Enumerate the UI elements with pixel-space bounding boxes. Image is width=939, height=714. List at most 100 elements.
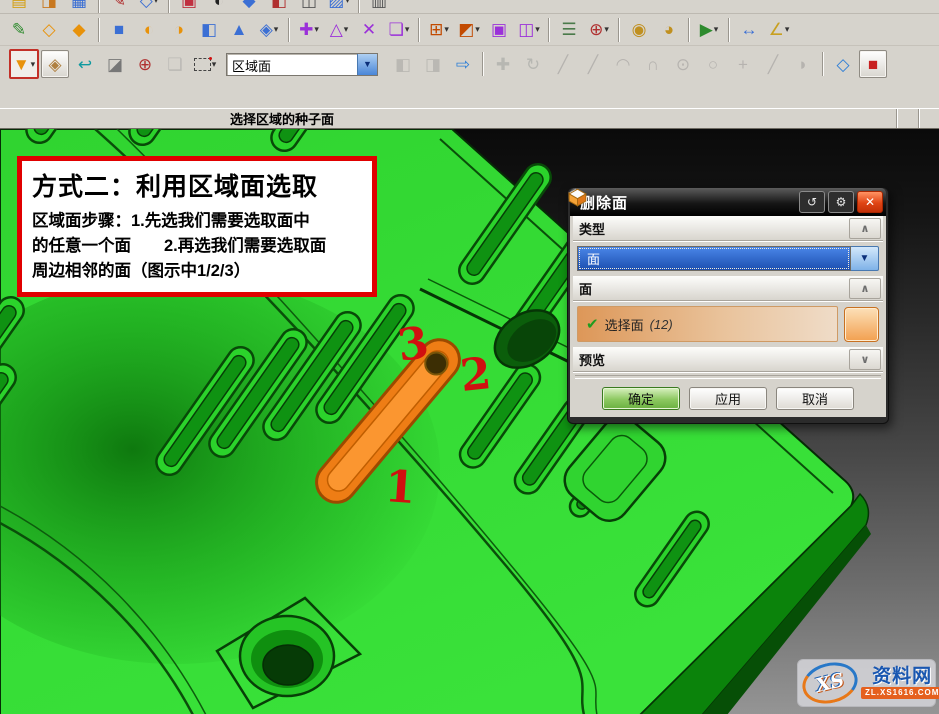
type-combobox-arrow[interactable]: ▼ xyxy=(851,246,879,271)
solid-cube-icon[interactable]: ■ xyxy=(859,50,887,78)
offset-region-dropdown[interactable]: ▾ xyxy=(444,24,449,35)
copy-face-dropdown[interactable]: ▾ xyxy=(405,24,410,35)
draft-icon[interactable]: ▨▾ xyxy=(325,0,353,14)
cancel-button[interactable]: 取消 xyxy=(776,387,854,410)
render-style-dropdown[interactable]: ▾ xyxy=(714,24,719,35)
ok-button[interactable]: 确定 xyxy=(602,387,680,410)
datum-csys-dropdown[interactable]: ▾ xyxy=(604,24,609,35)
rotate-point-icon[interactable]: ⊕ xyxy=(131,50,159,78)
sketch-icon[interactable]: ✎ xyxy=(105,0,133,14)
mirror-face-icon[interactable]: ◫▾ xyxy=(515,16,543,44)
face-selection-field[interactable]: ✔ 选择面 (12) xyxy=(577,306,838,342)
section-preview-header[interactable]: 预览 ∨ xyxy=(573,347,883,372)
type-combobox[interactable]: 面 ▼ xyxy=(577,246,879,271)
render-style-icon[interactable]: ▶▾ xyxy=(695,16,723,44)
direct-sketch-icon[interactable]: ✎ xyxy=(5,16,33,44)
shell-icon[interactable]: ◫ xyxy=(295,0,323,14)
block-icon[interactable]: ◆ xyxy=(235,0,263,14)
type-combobox-value-area[interactable]: 面 xyxy=(577,246,851,271)
selection-filter-dropdown[interactable]: ▾ xyxy=(31,59,36,70)
delete-face-icon[interactable]: ✕ xyxy=(355,16,383,44)
cone-icon[interactable]: ▲ xyxy=(225,16,253,44)
datum-dropdown[interactable]: ▾ xyxy=(154,0,159,6)
datum-icon[interactable]: ◇▾ xyxy=(135,0,163,14)
clone-tool-icon[interactable]: ❏ xyxy=(161,50,189,78)
snap-point-icon[interactable]: + xyxy=(729,50,757,78)
rectangle-select-dropdown[interactable]: ▾ xyxy=(212,59,217,70)
window-glyph: ▥ xyxy=(371,0,387,9)
sphere-glyph: ◈ xyxy=(260,21,273,38)
snap-arc-icon[interactable]: ◠ xyxy=(609,50,637,78)
move-handles-icon[interactable]: ✚ xyxy=(489,50,517,78)
feature-object-icon[interactable]: ◨ xyxy=(419,50,447,78)
snap-center-icon[interactable]: ⊙ xyxy=(669,50,697,78)
revolve-icon[interactable]: ◐ xyxy=(135,16,163,44)
dialog-titlebar[interactable]: 删除面 ↺ ⚙ ✕ xyxy=(570,188,886,216)
snap-intersection-icon[interactable]: ∩ xyxy=(639,50,667,78)
select-face-button[interactable] xyxy=(844,307,879,342)
snap-midpoint-icon[interactable]: ╱ xyxy=(579,50,607,78)
general-object-icon[interactable]: ◧ xyxy=(389,50,417,78)
copy-face-icon[interactable]: ❏▾ xyxy=(385,16,413,44)
shaded-mode-icon[interactable]: ◐ xyxy=(205,0,233,14)
snap-line-icon[interactable]: ╱ xyxy=(759,50,787,78)
dialog-settings-button[interactable]: ⚙ xyxy=(828,191,854,213)
replace-face-dropdown[interactable]: ▾ xyxy=(475,24,480,35)
resize-face-dropdown[interactable]: ▾ xyxy=(344,24,349,35)
trim-body-icon[interactable]: ◧ xyxy=(195,16,223,44)
selection-scope-combobox[interactable]: 区域面 ▼ xyxy=(226,53,378,76)
open-file-icon[interactable]: ◨ xyxy=(35,0,63,14)
delete-face-glyph: ✕ xyxy=(362,21,376,38)
snap-circle-icon[interactable]: ○ xyxy=(699,50,727,78)
save-file-icon[interactable]: ▦ xyxy=(65,0,93,14)
mirror-face-glyph: ◫ xyxy=(518,21,534,38)
section-type-header[interactable]: 类型 ∧ xyxy=(573,216,883,241)
pad-icon[interactable]: ▣ xyxy=(175,0,203,14)
dialog-reset-button[interactable]: ↺ xyxy=(799,191,825,213)
sweep-along-guide-icon[interactable]: ◑ xyxy=(165,16,193,44)
feature-navigator-icon[interactable]: ☰ xyxy=(555,16,583,44)
window-icon[interactable]: ▥ xyxy=(365,0,393,14)
offset-region-icon[interactable]: ⊞▾ xyxy=(425,16,453,44)
apply-button[interactable]: 应用 xyxy=(689,387,767,410)
synchronous-modeling-icon[interactable]: ◉ xyxy=(625,16,653,44)
view-cube-icon[interactable]: ◈ xyxy=(41,50,69,78)
dialog-close-button[interactable]: ✕ xyxy=(857,191,883,213)
replace-face-icon[interactable]: ◩▾ xyxy=(455,16,483,44)
pattern-face-icon[interactable]: ▣ xyxy=(485,16,513,44)
new-file-icon[interactable]: ▤ xyxy=(5,0,33,14)
move-face-dropdown[interactable]: ▾ xyxy=(314,24,319,35)
wireframe-cube-icon[interactable]: ◇ xyxy=(829,50,857,78)
graphics-viewport[interactable]: 3 2 1 方式二：利用区域面选取 区域面步骤：1.先选我们需要选取面中 的任意… xyxy=(0,129,939,714)
measure-angle-dropdown[interactable]: ▾ xyxy=(785,24,790,35)
section-face-header[interactable]: 面 ∧ xyxy=(573,276,883,301)
next-selection-icon[interactable]: ⇨ xyxy=(449,50,477,78)
sphere-dropdown[interactable]: ▾ xyxy=(274,24,279,35)
rotate-handles-icon[interactable]: ↻ xyxy=(519,50,547,78)
rectangle-select-icon[interactable]: ▾ xyxy=(191,50,219,78)
resize-face-icon[interactable]: △▾ xyxy=(325,16,353,44)
undo-icon[interactable]: ↩ xyxy=(71,50,99,78)
section-face-collapse-button[interactable]: ∧ xyxy=(849,278,881,299)
boolean-icon[interactable]: ◧ xyxy=(265,0,293,14)
datum-plane-icon[interactable]: ◇ xyxy=(35,16,63,44)
measure-distance-icon[interactable]: ↔ xyxy=(735,16,763,44)
mirror-face-dropdown[interactable]: ▾ xyxy=(535,24,540,35)
edit-appearance-icon[interactable]: ◕ xyxy=(655,16,683,44)
section-type-collapse-button[interactable]: ∧ xyxy=(849,218,881,239)
datum-csys-icon[interactable]: ⊕▾ xyxy=(585,16,613,44)
snap-face-icon[interactable]: ◗ xyxy=(789,50,817,78)
marker-2: 2 xyxy=(458,348,494,402)
selection-filter-icon[interactable]: ▼▾ xyxy=(9,49,39,79)
sphere-icon[interactable]: ◈▾ xyxy=(255,16,283,44)
section-preview-expand-button[interactable]: ∨ xyxy=(849,349,881,370)
swept-surface-icon[interactable]: ◆ xyxy=(65,16,93,44)
move-face-icon[interactable]: ✚▾ xyxy=(295,16,323,44)
boss-circle[interactable] xyxy=(240,616,334,696)
extrude-icon[interactable]: ■ xyxy=(105,16,133,44)
selection-scope-dropdown-arrow[interactable]: ▼ xyxy=(357,54,377,75)
erase-icon[interactable]: ◪ xyxy=(101,50,129,78)
snap-endpoint-icon[interactable]: ╱ xyxy=(549,50,577,78)
draft-dropdown[interactable]: ▾ xyxy=(345,0,350,6)
measure-angle-icon[interactable]: ∠▾ xyxy=(765,16,793,44)
